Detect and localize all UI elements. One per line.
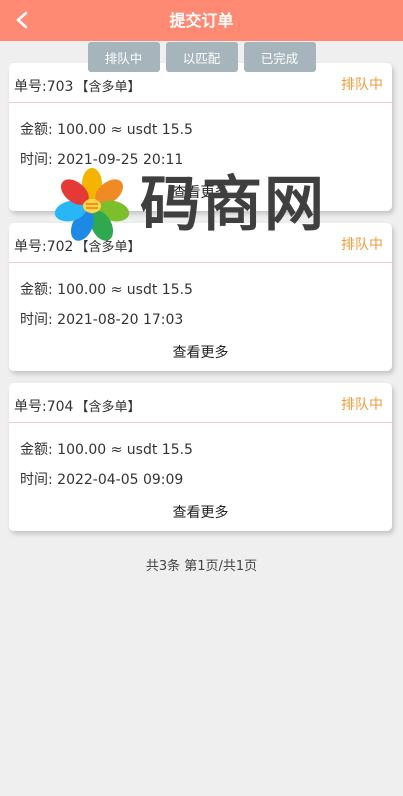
- order-card: 单号:702 【含多单】 排队中 金额: 100.00 ≈ usdt 15.5 时…: [9, 223, 392, 371]
- view-more-link[interactable]: 查看更多: [9, 342, 392, 362]
- amount-value: 100.00 ≈ usdt 15.5: [57, 282, 193, 298]
- amount-value: 100.00 ≈ usdt 15.5: [57, 442, 193, 458]
- order-number-label: 单号:704: [14, 399, 74, 415]
- amount-label: 金额:: [20, 122, 53, 138]
- order-status: 排队中: [341, 397, 383, 413]
- time-label: 时间:: [20, 312, 53, 328]
- back-button[interactable]: [10, 8, 34, 32]
- tab-matched[interactable]: 以匹配: [165, 42, 238, 72]
- order-status: 排队中: [341, 77, 383, 93]
- amount-value: 100.00 ≈ usdt 15.5: [57, 122, 193, 138]
- order-number: 单号:704 【含多单】: [14, 396, 140, 416]
- order-number: 单号:702 【含多单】: [14, 236, 140, 256]
- order-tag: 【含多单】: [75, 400, 141, 415]
- order-number-label: 单号:702: [14, 239, 74, 255]
- order-card: 单号:703 【含多单】 排队中 金额: 100.00 ≈ usdt 15.5 时…: [9, 63, 392, 211]
- order-card-header: 单号:704 【含多单】 排队中: [9, 383, 392, 423]
- amount-label: 金额:: [20, 442, 53, 458]
- app-header: 提交订单: [0, 0, 403, 41]
- time-label: 时间:: [20, 152, 53, 168]
- view-more-link[interactable]: 查看更多: [9, 182, 392, 202]
- order-tag: 【含多单】: [75, 80, 141, 95]
- time-value: 2021-09-25 20:11: [57, 152, 184, 168]
- order-status: 排队中: [341, 237, 383, 253]
- order-tag: 【含多单】: [75, 240, 141, 255]
- page-title: 提交订单: [169, 11, 234, 30]
- status-tabs: 排队中 以匹配 已完成: [0, 42, 403, 72]
- pagination-info: 共3条 第1页/共1页: [145, 559, 258, 574]
- order-card: 单号:704 【含多单】 排队中 金额: 100.00 ≈ usdt 15.5 时…: [9, 383, 392, 531]
- time-value: 2022-04-05 09:09: [57, 472, 184, 488]
- order-number: 单号:703 【含多单】: [14, 76, 140, 96]
- chevron-left-icon: [16, 11, 28, 29]
- time-label: 时间:: [20, 472, 53, 488]
- time-value: 2021-08-20 17:03: [57, 312, 184, 328]
- amount-row: 金额: 100.00 ≈ usdt 15.5: [20, 439, 193, 459]
- tab-completed[interactable]: 已完成: [243, 42, 316, 72]
- amount-row: 金额: 100.00 ≈ usdt 15.5: [20, 279, 193, 299]
- amount-row: 金额: 100.00 ≈ usdt 15.5: [20, 119, 193, 139]
- time-row: 时间: 2021-08-20 17:03: [20, 309, 183, 329]
- time-row: 时间: 2022-04-05 09:09: [20, 469, 183, 489]
- view-more-link[interactable]: 查看更多: [9, 502, 392, 522]
- order-number-label: 单号:703: [14, 79, 74, 95]
- time-row: 时间: 2021-09-25 20:11: [20, 149, 183, 169]
- order-card-header: 单号:702 【含多单】 排队中: [9, 223, 392, 263]
- amount-label: 金额:: [20, 282, 53, 298]
- tab-queued[interactable]: 排队中: [87, 42, 160, 72]
